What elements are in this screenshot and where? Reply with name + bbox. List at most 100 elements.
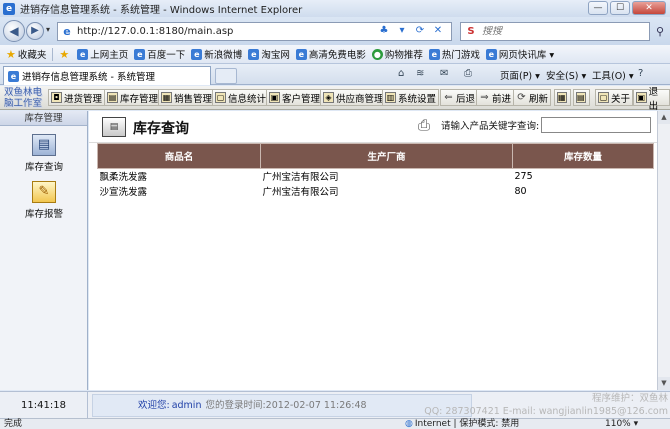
feeds-button[interactable]: ≋ (416, 68, 426, 79)
stock-alert-icon: ✎ (32, 181, 56, 203)
last-login: 您的登录时间:2012-02-07 11:26:48 (205, 400, 367, 411)
page-title: 库存查询 (133, 121, 189, 137)
globe-icon: ◍ (405, 419, 413, 429)
scroll-up-icon[interactable]: ▲ (658, 111, 670, 124)
zoom-level[interactable]: 110% ▾ (605, 419, 638, 429)
app-refresh-button[interactable]: ⟳ 刷新 (513, 89, 552, 106)
calendar-button[interactable]: ▤ (573, 89, 590, 106)
tab-active[interactable]: e 进销存信息管理系统 - 系统管理 (3, 66, 211, 85)
stats-label: 信息统计 (228, 93, 267, 105)
calculator-button[interactable]: ▦ (554, 89, 571, 106)
app-forward-button[interactable]: ⇒ 前进 (476, 89, 515, 106)
logo-line: 双鱼林电 (3, 87, 42, 98)
tools-menu[interactable]: 工具(O) ▾ (592, 68, 634, 82)
search-input[interactable] (482, 26, 632, 37)
safety-menu-label: 安全(S) ▾ (546, 71, 587, 82)
print-button[interactable]: ⎙ (464, 68, 474, 79)
sidebar-item-stock-query[interactable]: ▤ 库存查询 (0, 134, 88, 173)
exit-icon: ▣ (636, 92, 647, 103)
welcome-label: 欢迎您: (138, 400, 170, 411)
search-label: 请输入产品关键字查询: (441, 121, 540, 132)
back-button[interactable]: ◀ (3, 20, 25, 42)
help-button[interactable]: ? (638, 68, 645, 79)
favorites-bar: ★ 收藏夹 ★ e 上网主页 e 百度一下 e 新浪微博 e 淘宝网 e 高清免费电影 ●… (0, 45, 670, 64)
calculator-icon: ▦ (557, 92, 567, 103)
app-back-button[interactable]: ⇐ 后退 (440, 89, 479, 106)
fav-link[interactable]: e 网页快讯库 ▾ (485, 47, 554, 61)
manufacturer-cell: 广州宝洁有限公司 (262, 187, 339, 198)
window-controls: — ☐ ✕ (586, 1, 666, 15)
minimize-button[interactable]: — (588, 1, 608, 15)
page-icon: e (134, 48, 146, 60)
column-header[interactable]: 生产厂商 (260, 143, 513, 169)
mail-button[interactable]: ✉ (440, 68, 450, 79)
customers-icon: ▣ (269, 92, 280, 103)
search-box: S (460, 22, 650, 41)
fav-link[interactable]: e 高清免费电影 (295, 47, 366, 61)
search-icon[interactable]: ⚲ (652, 22, 668, 41)
fav-label: 热门游戏 (441, 50, 480, 61)
safety-menu[interactable]: 安全(S) ▾ (546, 68, 586, 82)
dropdown-icon[interactable]: ▾ (394, 23, 410, 39)
forward-button[interactable]: ▶ (26, 22, 44, 40)
sidebar-item-stock-alert[interactable]: ✎ 库存报警 (0, 181, 88, 220)
stock-query-icon: ▤ (32, 134, 56, 156)
inventory-button[interactable]: ▤ 库存管理 (104, 89, 162, 106)
home-button[interactable]: ⌂ (398, 68, 406, 79)
mail-icon: ✉ (440, 68, 449, 79)
close-button[interactable]: ✕ (632, 1, 666, 15)
product-name-cell: 飘柔洗发露 (99, 172, 148, 184)
sales-icon: ▦ (161, 92, 172, 103)
page-menu-label: 页面(P) ▾ (500, 71, 540, 82)
column-header[interactable]: 商品名 (97, 143, 261, 169)
exit-label: 退出 (648, 86, 659, 112)
product-search: ⎙ 请输入产品关键字查询: (413, 115, 652, 135)
fav-link[interactable]: e 百度一下 (134, 47, 185, 61)
maximize-button[interactable]: ☐ (610, 1, 630, 15)
fav-link[interactable]: e 新浪微博 (191, 47, 242, 61)
scroll-down-icon[interactable]: ▼ (658, 377, 670, 390)
stop-icon[interactable]: ✕ (430, 23, 446, 39)
customers-button[interactable]: ▣ 客户管理 (266, 89, 324, 106)
vertical-scrollbar[interactable]: ▲ ▼ (657, 111, 670, 390)
sales-button[interactable]: ▦ 销售管理 (158, 89, 216, 106)
purchase-button[interactable]: ◘ 进货管理 (48, 89, 106, 106)
page-icon: e (191, 48, 203, 60)
stats-icon: ▢ (215, 92, 226, 103)
about-button[interactable]: ▢ 关于 (595, 89, 634, 106)
product-name-cell: 沙宣洗发露 (99, 187, 148, 198)
favorites-button[interactable]: ★ 收藏夹 (6, 47, 46, 62)
exit-button[interactable]: ▣ 退出 (633, 87, 670, 112)
printer-icon: ⎙ (464, 68, 472, 79)
clock: 11:41:18 (0, 392, 88, 419)
app-logo: 双鱼林电 脑工作室 (1, 86, 45, 110)
fav-link[interactable]: ● 购物推荐 (371, 47, 423, 61)
sales-label: 销售管理 (174, 93, 213, 105)
printer-icon[interactable]: ⎙ (413, 115, 435, 135)
customers-label: 客户管理 (282, 93, 321, 105)
main-content: ▤ 库存查询 ⎙ 请输入产品关键字查询: 商品名 生产厂商 库存数量 飘柔洗发露… (89, 111, 657, 390)
add-favorite-button[interactable]: ★ (59, 48, 71, 61)
security-zone[interactable]: ◍ Internet | 保护模式: 禁用 (405, 419, 519, 429)
quantity-cell: 275 (514, 170, 533, 182)
product-search-input[interactable] (541, 117, 652, 133)
suppliers-button[interactable]: ◈ 供应商管理 (320, 89, 387, 106)
fav-label: 高清免费电影 (308, 50, 366, 61)
page-menu[interactable]: 页面(P) ▾ (500, 68, 540, 82)
fav-link[interactable]: e 淘宝网 (248, 47, 290, 61)
stats-button[interactable]: ▢ 信息统计 (212, 89, 270, 106)
settings-button[interactable]: ▥ 系统设置 (382, 89, 440, 106)
compat-view-icon[interactable]: ♣ (376, 23, 392, 39)
history-dropdown-icon[interactable]: ▾ (46, 25, 50, 34)
fav-link[interactable]: e 上网主页 (77, 47, 128, 61)
table-row[interactable]: 飘柔洗发露 广州宝洁有限公司 275 (98, 169, 654, 184)
new-tab-button[interactable] (215, 68, 237, 84)
fav-link[interactable]: e 热门游戏 (428, 47, 480, 61)
fav-label: 新浪微博 (204, 50, 243, 61)
table-row[interactable]: 沙宣洗发露 广州宝洁有限公司 80 (98, 184, 654, 199)
column-header[interactable]: 库存数量 (512, 143, 654, 169)
page-icon: e (485, 48, 497, 60)
page-icon: e (248, 48, 260, 60)
stock-table: 商品名 生产厂商 库存数量 飘柔洗发露 广州宝洁有限公司 275 沙宣洗发露 广… (97, 143, 654, 199)
refresh-icon[interactable]: ⟳ (412, 23, 428, 39)
